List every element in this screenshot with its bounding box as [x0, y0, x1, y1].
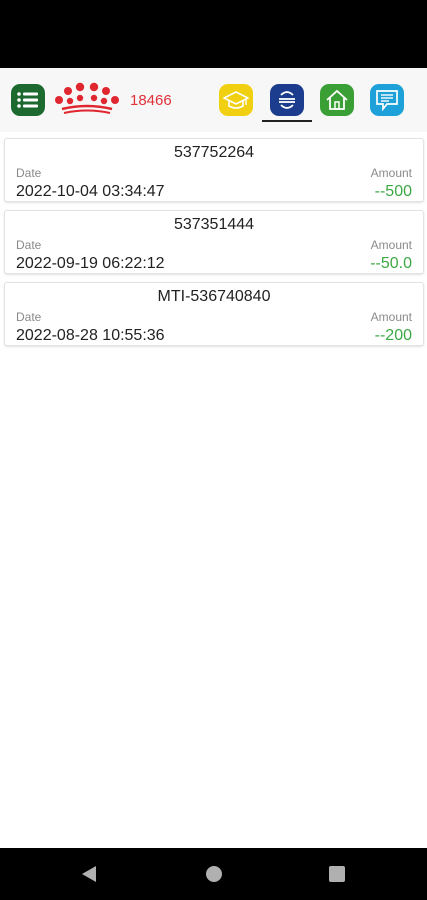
crown-logo — [55, 82, 119, 114]
transaction-card[interactable]: 537351444 Date Amount 2022-09-19 06:22:1… — [4, 210, 424, 274]
transaction-id: 537351444 — [173, 216, 255, 233]
date-label: Date — [16, 166, 42, 180]
amount-label: Amount — [370, 166, 412, 180]
message-icon — [376, 90, 398, 111]
transaction-id: MTI-536740840 — [157, 288, 271, 305]
menu-button[interactable] — [11, 84, 45, 116]
list-menu-icon — [17, 92, 38, 108]
education-button[interactable] — [219, 84, 253, 116]
date-label: Date — [16, 238, 42, 252]
transaction-amount: --50.0 — [370, 255, 412, 272]
amount-label: Amount — [370, 310, 412, 324]
exchange-button[interactable] — [270, 84, 304, 116]
exchange-icon — [279, 91, 295, 109]
active-tab-indicator — [262, 120, 312, 122]
transaction-date: 2022-10-04 03:34:47 — [16, 183, 165, 200]
home-icon — [326, 89, 348, 110]
graduation-cap-icon — [223, 91, 249, 109]
home-button[interactable] — [320, 84, 354, 116]
status-bar — [0, 0, 427, 68]
date-label: Date — [16, 310, 42, 324]
transaction-card[interactable]: 537752264 Date Amount 2022-10-04 03:34:4… — [4, 138, 424, 202]
transaction-amount: --500 — [374, 183, 412, 200]
transaction-date: 2022-09-19 06:22:12 — [16, 255, 165, 272]
message-button[interactable] — [370, 84, 404, 116]
amount-label: Amount — [370, 238, 412, 252]
system-nav-bar — [0, 848, 427, 900]
transaction-card[interactable]: MTI-536740840 Date Amount 2022-08-28 10:… — [4, 282, 424, 346]
transaction-amount: --200 — [374, 327, 412, 344]
transaction-id: 537752264 — [173, 144, 255, 161]
recent-apps-icon[interactable] — [329, 866, 345, 882]
home-circle-icon[interactable] — [206, 866, 222, 882]
back-icon[interactable] — [82, 866, 96, 882]
top-toolbar: 18466 — [0, 68, 427, 132]
transaction-date: 2022-08-28 10:55:36 — [16, 327, 165, 344]
points-balance: 18466 — [130, 92, 172, 109]
